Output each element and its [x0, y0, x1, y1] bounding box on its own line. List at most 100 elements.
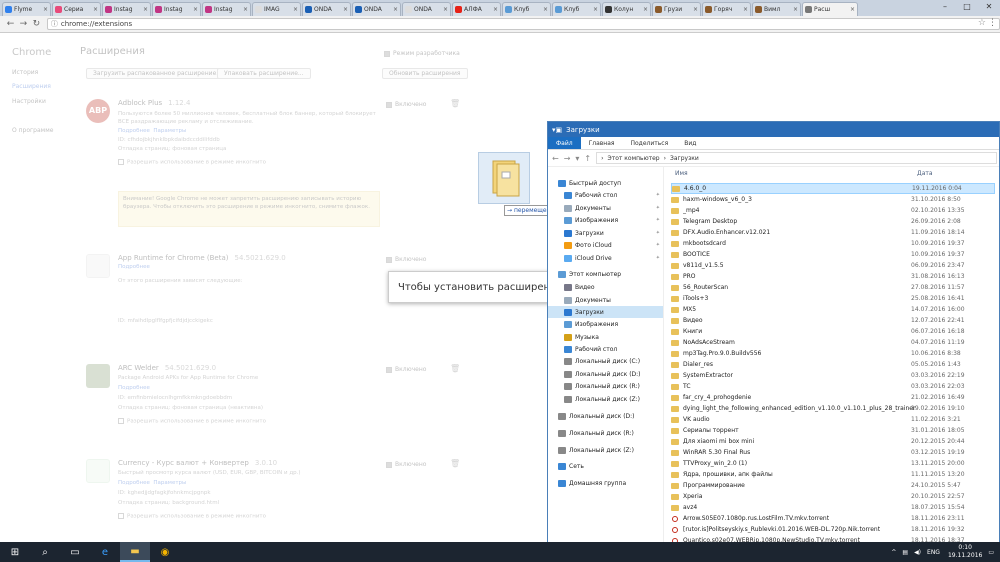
- back-icon[interactable]: ←: [4, 19, 17, 29]
- tab-close-icon[interactable]: ×: [143, 6, 148, 13]
- browser-tab[interactable]: АЛФА ×: [452, 2, 501, 16]
- browser-tab[interactable]: Грузи ×: [652, 2, 701, 16]
- minimize-icon[interactable]: –: [934, 0, 956, 14]
- dev-mode-checkbox[interactable]: Режим разработчика: [384, 50, 460, 57]
- file-row[interactable]: BOOTICE 10.09.2016 19:37: [671, 249, 995, 260]
- maximize-icon[interactable]: □: [956, 0, 978, 14]
- nav-item[interactable]: Изображения: [548, 318, 663, 330]
- enabled-checkbox[interactable]: Включено: [386, 366, 426, 373]
- nav-item[interactable]: Рабочий стол ✦: [548, 189, 663, 201]
- incognito-checkbox[interactable]: Разрешить использование в режиме инкогни…: [118, 513, 266, 520]
- tab-close-icon[interactable]: ×: [93, 6, 98, 13]
- nav-item[interactable]: Локальный диск (D:): [548, 368, 663, 380]
- browser-tab[interactable]: Вимл ×: [752, 2, 801, 16]
- file-row[interactable]: Сериалы торрент 31.01.2016 18:05: [671, 425, 995, 436]
- file-row[interactable]: haxm-windows_v6_0_3 31.10.2016 8:50: [671, 194, 995, 205]
- close-icon[interactable]: ✕: [978, 0, 1000, 14]
- browser-tab[interactable]: Расш ×: [802, 2, 858, 16]
- browser-tab[interactable]: Клуб ×: [502, 2, 551, 16]
- enabled-checkbox[interactable]: Включено: [386, 256, 426, 263]
- file-row[interactable]: Dialer_res 05.05.2016 1:43: [671, 359, 995, 370]
- tab-close-icon[interactable]: ×: [293, 6, 298, 13]
- file-row[interactable]: Видео 12.07.2016 22:41: [671, 315, 995, 326]
- pack-extension-button[interactable]: Упаковать расширение...: [217, 68, 311, 79]
- browser-tab[interactable]: Горяч ×: [702, 2, 751, 16]
- browser-tab[interactable]: ONDA ×: [302, 2, 351, 16]
- ribbon-tab-file[interactable]: Файл: [548, 137, 581, 149]
- ribbon-tab-view[interactable]: Вид: [676, 137, 704, 149]
- file-row[interactable]: Для xiaomi mi box mini 20.12.2015 20:44: [671, 436, 995, 447]
- nav-item[interactable]: Видео: [548, 281, 663, 293]
- file-row[interactable]: far_cry_4_prohogdenie 21.02.2016 16:49: [671, 392, 995, 403]
- nav-item[interactable]: iCloud Drive ✦: [548, 252, 663, 264]
- file-row[interactable]: v811d_v1.5.5 06.09.2016 23:47: [671, 260, 995, 271]
- file-row[interactable]: mp3Tag.Pro.9.0.Buildv556 10.06.2016 8:38: [671, 348, 995, 359]
- file-row[interactable]: TTVProxy_win_2.0 (1) 13.11.2015 20:00: [671, 458, 995, 469]
- pin-icon[interactable]: ✦: [656, 255, 660, 261]
- trash-icon[interactable]: 🗑: [450, 99, 460, 108]
- pin-icon[interactable]: ✦: [656, 242, 660, 248]
- language-indicator[interactable]: ENG: [927, 549, 940, 556]
- ribbon-tab-home[interactable]: Главная: [581, 137, 623, 149]
- tab-close-icon[interactable]: ×: [693, 6, 698, 13]
- tab-close-icon[interactable]: ×: [593, 6, 598, 13]
- nav-item[interactable]: Загрузки: [548, 306, 663, 318]
- file-row[interactable]: SystemExtractor 03.03.2016 22:19: [671, 370, 995, 381]
- nav-item[interactable]: Этот компьютер: [548, 268, 663, 280]
- tab-close-icon[interactable]: ×: [743, 6, 748, 13]
- recent-dropdown-icon[interactable]: ▾: [575, 154, 579, 163]
- nav-item[interactable]: Документы ✦: [548, 202, 663, 214]
- tray-arrow-icon[interactable]: ^: [891, 549, 896, 556]
- file-row[interactable]: Arrow.S05E07.1080p.rus.LostFilm.TV.mkv.t…: [671, 513, 995, 524]
- file-row[interactable]: iTools+3 25.08.2016 16:41: [671, 293, 995, 304]
- explorer-path[interactable]: › Этот компьютер › Загрузки: [596, 152, 997, 164]
- file-row[interactable]: 4.6.0_0 19.11.2016 0:04: [671, 183, 995, 194]
- pin-icon[interactable]: ✦: [656, 230, 660, 236]
- edge-icon[interactable]: e: [90, 542, 120, 562]
- path-segment[interactable]: Загрузки: [670, 155, 699, 162]
- task-view-icon[interactable]: ▭: [60, 542, 90, 562]
- pin-icon[interactable]: ✦: [656, 192, 660, 198]
- explorer-icon[interactable]: ▬: [120, 542, 150, 562]
- details-link[interactable]: Подробнее: [118, 128, 150, 134]
- incognito-checkbox[interactable]: Разрешить использование в режиме инкогни…: [118, 159, 266, 166]
- nav-item[interactable]: Сеть: [548, 460, 663, 472]
- tab-close-icon[interactable]: ×: [443, 6, 448, 13]
- browser-tab[interactable]: Flyme ×: [2, 2, 51, 16]
- up-icon[interactable]: ↑: [584, 154, 591, 163]
- file-row[interactable]: mkbootsdcard 10.09.2016 19:37: [671, 238, 995, 249]
- file-row[interactable]: Xperia 20.10.2015 22:57: [671, 491, 995, 502]
- file-row[interactable]: MX5 14.07.2016 16:00: [671, 304, 995, 315]
- file-row[interactable]: DFX.Audio.Enhancer.v12.021 11.09.2016 18:…: [671, 227, 995, 238]
- bookmark-star-icon[interactable]: ☆: [978, 18, 986, 28]
- details-link[interactable]: Подробнее: [118, 480, 150, 486]
- enabled-checkbox[interactable]: Включено: [386, 461, 426, 468]
- file-row[interactable]: TC 03.03.2016 22:03: [671, 381, 995, 392]
- trash-icon[interactable]: 🗑: [450, 364, 460, 373]
- tab-close-icon[interactable]: ×: [243, 6, 248, 13]
- nav-item[interactable]: Локальный диск (Z:): [548, 444, 663, 456]
- forward-icon[interactable]: →: [17, 19, 30, 29]
- tab-close-icon[interactable]: ×: [193, 6, 198, 13]
- volume-icon[interactable]: ◀): [914, 549, 921, 556]
- file-row[interactable]: avz4 18.07.2015 15:54: [671, 502, 995, 513]
- nav-item[interactable]: Изображения ✦: [548, 214, 663, 226]
- chrome-icon[interactable]: ◉: [150, 542, 180, 562]
- file-row[interactable]: VK audio 11.02.2016 3:21: [671, 414, 995, 425]
- tab-close-icon[interactable]: ×: [493, 6, 498, 13]
- nav-item[interactable]: Рабочий стол: [548, 343, 663, 355]
- tab-close-icon[interactable]: ×: [43, 6, 48, 13]
- browser-tab[interactable]: IMAG ×: [252, 2, 301, 16]
- nav-item[interactable]: Локальный диск (R:): [548, 380, 663, 392]
- reload-icon[interactable]: ↻: [30, 19, 43, 29]
- details-link[interactable]: Подробнее: [118, 264, 150, 270]
- file-row[interactable]: NoAdsAceStream 04.07.2016 11:19: [671, 337, 995, 348]
- tab-close-icon[interactable]: ×: [343, 6, 348, 13]
- incognito-checkbox[interactable]: Разрешить использование в режиме инкогни…: [118, 418, 266, 425]
- browser-tab[interactable]: Колун ×: [602, 2, 651, 16]
- browser-tab[interactable]: Клуб ×: [552, 2, 601, 16]
- pin-icon[interactable]: ✦: [656, 217, 660, 223]
- nav-item[interactable]: Быстрый доступ: [548, 177, 663, 189]
- nav-item[interactable]: Загрузки ✦: [548, 227, 663, 239]
- file-row[interactable]: _mp4 02.10.2016 13:35: [671, 205, 995, 216]
